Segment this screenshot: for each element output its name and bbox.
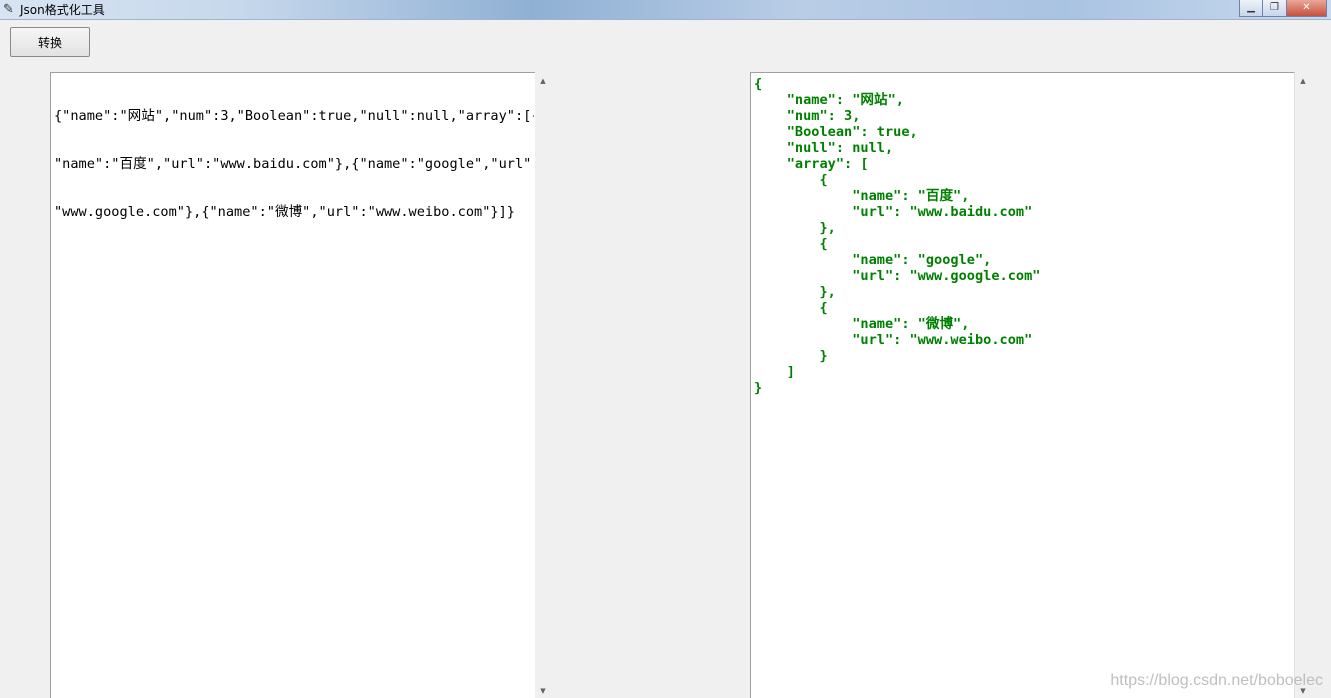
close-button[interactable]: ✕ — [1287, 0, 1327, 17]
scroll-down-icon[interactable]: ▼ — [535, 684, 551, 698]
input-line: "www.google.com"},{"name":"微博","url":"ww… — [54, 204, 515, 220]
output-scrollbar[interactable]: ▲ ▼ — [1295, 72, 1311, 698]
maximize-button[interactable]: ❐ — [1263, 0, 1287, 17]
feather-pen-icon: ✎ — [3, 2, 14, 17]
json-input-text: {"name":"网站","num":3,"Boolean":true,"nul… — [54, 76, 534, 252]
window-title: Json格式化工具 — [20, 3, 105, 17]
window-titlebar[interactable]: ✎ Json格式化工具 ▁ ❐ ✕ — [0, 0, 1331, 20]
json-output-text: { "name": "网站", "num": 3, "Boolean": tru… — [754, 76, 1041, 396]
scroll-up-icon[interactable]: ▲ — [1295, 74, 1311, 88]
window-controls: ▁ ❐ ✕ — [1239, 0, 1327, 18]
json-input-textarea[interactable]: {"name":"网站","num":3,"Boolean":true,"nul… — [50, 72, 536, 698]
json-output-textarea[interactable]: { "name": "网站", "num": 3, "Boolean": tru… — [750, 72, 1295, 698]
watermark: https://blog.csdn.net/boboelec — [1110, 672, 1323, 689]
input-scrollbar[interactable]: ▲ ▼ — [535, 72, 551, 698]
minimize-button[interactable]: ▁ — [1239, 0, 1263, 17]
input-line: {"name":"网站","num":3,"Boolean":true,"nul… — [54, 108, 534, 124]
convert-button[interactable]: 转换 — [10, 27, 90, 57]
input-line: "name":"百度","url":"www.baidu.com"},{"nam… — [54, 156, 534, 172]
scroll-up-icon[interactable]: ▲ — [535, 74, 551, 88]
